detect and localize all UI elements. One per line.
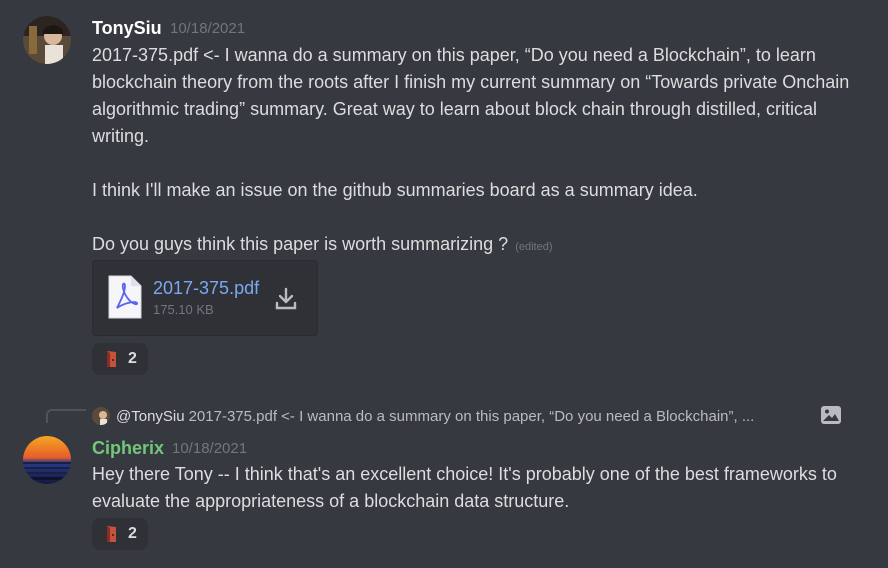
pdf-file-icon <box>108 275 142 319</box>
timestamp[interactable]: 10/18/2021 <box>170 18 245 40</box>
avatar-cipherix[interactable] <box>23 436 71 484</box>
door-emoji-icon <box>107 351 116 367</box>
message-paragraph: Do you guys think this paper is worth su… <box>92 231 852 261</box>
reaction-count: 2 <box>128 525 137 542</box>
file-name-link[interactable]: 2017-375.pdf <box>153 277 259 299</box>
message-paragraph: I think I'll make an issue on the github… <box>92 180 698 200</box>
message-paragraph: 2017-375.pdf <- I wanna do a summary on … <box>92 45 850 146</box>
file-size: 175.10 KB <box>153 302 214 317</box>
reply-preview[interactable]: @TonySiu 2017-375.pdf <- I wanna do a su… <box>92 404 754 428</box>
reaction-count: 2 <box>128 350 137 367</box>
door-emoji-icon <box>107 526 116 542</box>
message-text: Do you guys think this paper is worth su… <box>92 234 509 254</box>
file-attachment: 2017-375.pdf 175.10 KB <box>92 260 318 336</box>
message-content: 2017-375.pdf <- I wanna do a summary on … <box>92 42 852 261</box>
edited-label: (edited) <box>515 241 553 253</box>
username-cipherix[interactable]: Cipherix <box>92 437 164 459</box>
message-content: Hey there Tony -- I think that's an exce… <box>92 461 852 515</box>
image-icon <box>821 406 841 424</box>
reply-connector <box>46 409 86 423</box>
timestamp[interactable]: 10/18/2021 <box>172 438 247 460</box>
reaction-door[interactable]: 2 <box>92 343 148 375</box>
reply-text[interactable]: 2017-375.pdf <- I wanna do a summary on … <box>189 408 755 425</box>
reaction-door[interactable]: 2 <box>92 518 148 550</box>
reply-avatar <box>92 407 110 425</box>
download-icon[interactable] <box>275 287 297 311</box>
message-paragraph: Hey there Tony -- I think that's an exce… <box>92 464 837 511</box>
avatar-tonysiu[interactable] <box>23 16 71 64</box>
username-tonysiu[interactable]: TonySiu <box>92 17 162 39</box>
reply-username[interactable]: @TonySiu <box>116 408 185 425</box>
